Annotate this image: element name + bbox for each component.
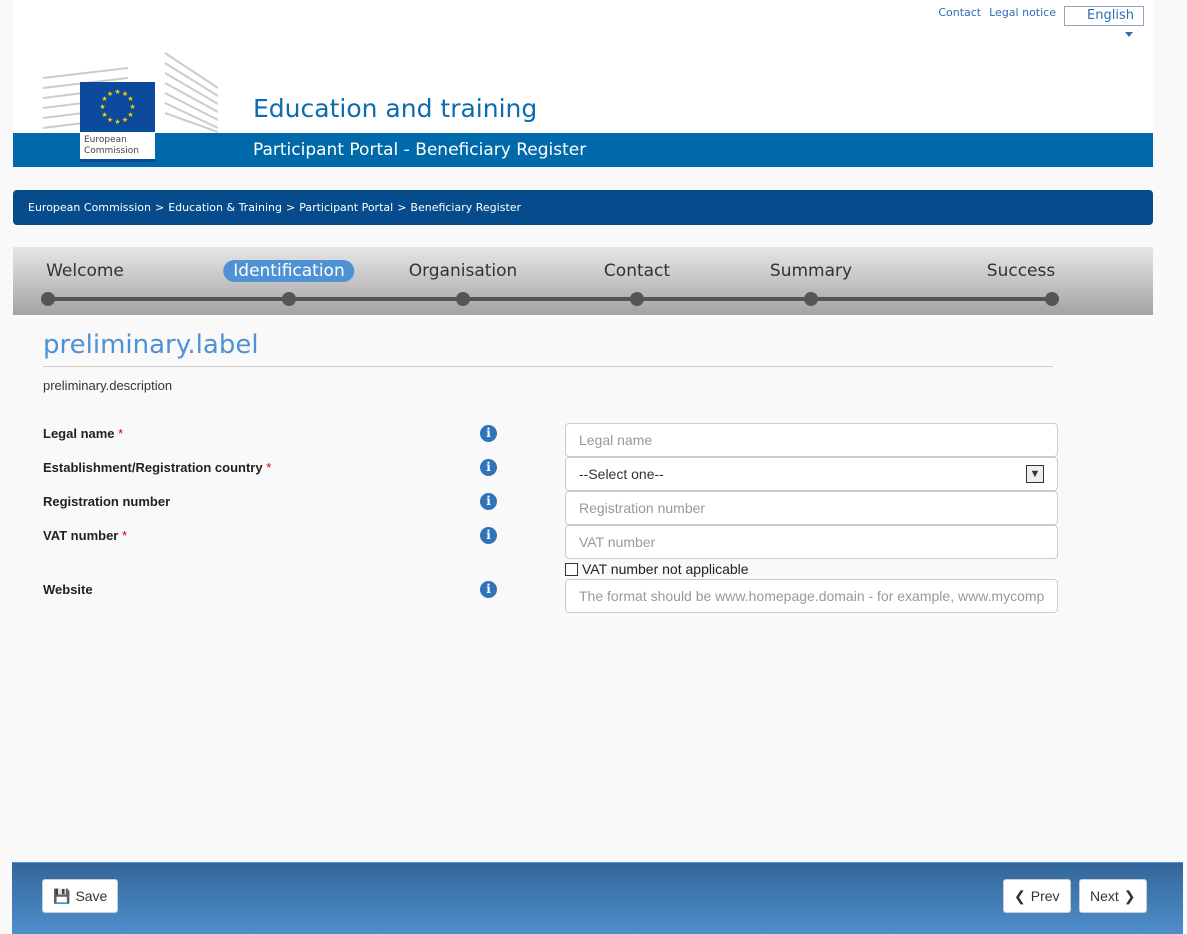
breadcrumb: European Commission > Education & Trainin… bbox=[13, 190, 1153, 225]
header: Contact Legal notice English ★ ★ ★ ★ ★ ★ ★ ★ ★ ★ ★… bbox=[13, 0, 1153, 167]
step-dot bbox=[41, 292, 55, 306]
vat-number-input[interactable] bbox=[565, 525, 1058, 559]
next-label: Next bbox=[1090, 888, 1119, 904]
footer-bar: 💾 Save ❮ Prev Next ❯ bbox=[12, 862, 1183, 934]
floppy-disk-icon: 💾 bbox=[53, 887, 71, 904]
stepper-line bbox=[48, 297, 1053, 301]
save-button[interactable]: 💾 Save bbox=[42, 879, 119, 913]
svg-text:★: ★ bbox=[114, 118, 120, 126]
step-contact[interactable]: Contact bbox=[594, 260, 680, 282]
registration-number-label: Registration number bbox=[43, 494, 171, 509]
step-success[interactable]: Success bbox=[977, 260, 1065, 282]
save-label: Save bbox=[75, 888, 108, 904]
next-button[interactable]: Next ❯ bbox=[1079, 879, 1147, 913]
page-description: preliminary.description bbox=[43, 378, 173, 393]
checkbox-label: VAT number not applicable bbox=[582, 561, 749, 577]
checkbox-icon[interactable] bbox=[565, 562, 578, 576]
info-icon[interactable]: i bbox=[480, 493, 497, 510]
step-dot bbox=[804, 292, 818, 306]
chevron-right-icon: ❯ bbox=[1123, 887, 1136, 904]
eu-flag-icon: ★ ★★★★★★★★★★★ bbox=[80, 82, 155, 132]
breadcrumb-item[interactable]: European Commission bbox=[28, 201, 151, 214]
divider bbox=[43, 366, 1053, 367]
svg-text:★: ★ bbox=[107, 90, 113, 98]
info-icon[interactable]: i bbox=[480, 527, 497, 544]
chevron-down-icon: ▼ bbox=[1026, 465, 1044, 483]
contact-link[interactable]: Contact bbox=[938, 6, 981, 19]
svg-text:★: ★ bbox=[107, 116, 113, 124]
country-select-value: --Select one-- bbox=[579, 466, 664, 482]
info-icon[interactable]: i bbox=[480, 459, 497, 476]
legal-notice-link[interactable]: Legal notice bbox=[989, 6, 1056, 19]
legal-name-label: Legal name * bbox=[43, 426, 124, 441]
step-dot bbox=[456, 292, 470, 306]
site-title: Education and training bbox=[253, 94, 538, 123]
info-icon[interactable]: i bbox=[480, 425, 497, 442]
svg-text:★: ★ bbox=[127, 111, 133, 119]
progress-stepper: Welcome Identification Organisation Cont… bbox=[13, 247, 1153, 315]
svg-text:★: ★ bbox=[122, 116, 128, 124]
website-input[interactable] bbox=[565, 579, 1058, 613]
caret-down-icon bbox=[1125, 32, 1133, 37]
logo-text: European Commission bbox=[80, 132, 155, 162]
info-icon[interactable]: i bbox=[480, 581, 497, 598]
country-label: Establishment/Registration country * bbox=[43, 460, 272, 475]
svg-text:★: ★ bbox=[127, 95, 133, 103]
svg-text:★: ★ bbox=[114, 88, 120, 96]
language-select[interactable]: English bbox=[1064, 6, 1144, 37]
step-identification[interactable]: Identification bbox=[223, 260, 355, 282]
step-dot bbox=[1045, 292, 1059, 306]
prev-button[interactable]: ❮ Prev bbox=[1003, 879, 1071, 913]
website-label: Website bbox=[43, 582, 93, 597]
svg-text:★: ★ bbox=[99, 103, 105, 111]
page-title: preliminary.label bbox=[43, 330, 259, 360]
vat-not-applicable-checkbox[interactable]: VAT number not applicable bbox=[565, 561, 749, 577]
breadcrumb-item[interactable]: Education & Training bbox=[168, 201, 282, 214]
step-welcome[interactable]: Welcome bbox=[36, 260, 134, 282]
breadcrumb-item[interactable]: Participant Portal bbox=[299, 201, 393, 214]
step-dot bbox=[630, 292, 644, 306]
language-value: English bbox=[1087, 8, 1134, 23]
vat-number-label: VAT number * bbox=[43, 528, 128, 543]
site-subtitle: Participant Portal - Beneficiary Registe… bbox=[253, 140, 587, 160]
country-select[interactable]: --Select one-- ▼ bbox=[565, 457, 1058, 491]
step-organisation[interactable]: Organisation bbox=[399, 260, 528, 282]
svg-text:★: ★ bbox=[101, 111, 107, 119]
step-dot bbox=[282, 292, 296, 306]
breadcrumb-item: Beneficiary Register bbox=[410, 201, 522, 214]
chevron-left-icon: ❮ bbox=[1014, 887, 1026, 904]
svg-text:★: ★ bbox=[129, 103, 135, 111]
registration-number-input[interactable] bbox=[565, 491, 1058, 525]
legal-name-input[interactable] bbox=[565, 423, 1058, 457]
step-summary[interactable]: Summary bbox=[760, 260, 862, 282]
prev-label: Prev bbox=[1030, 888, 1060, 904]
